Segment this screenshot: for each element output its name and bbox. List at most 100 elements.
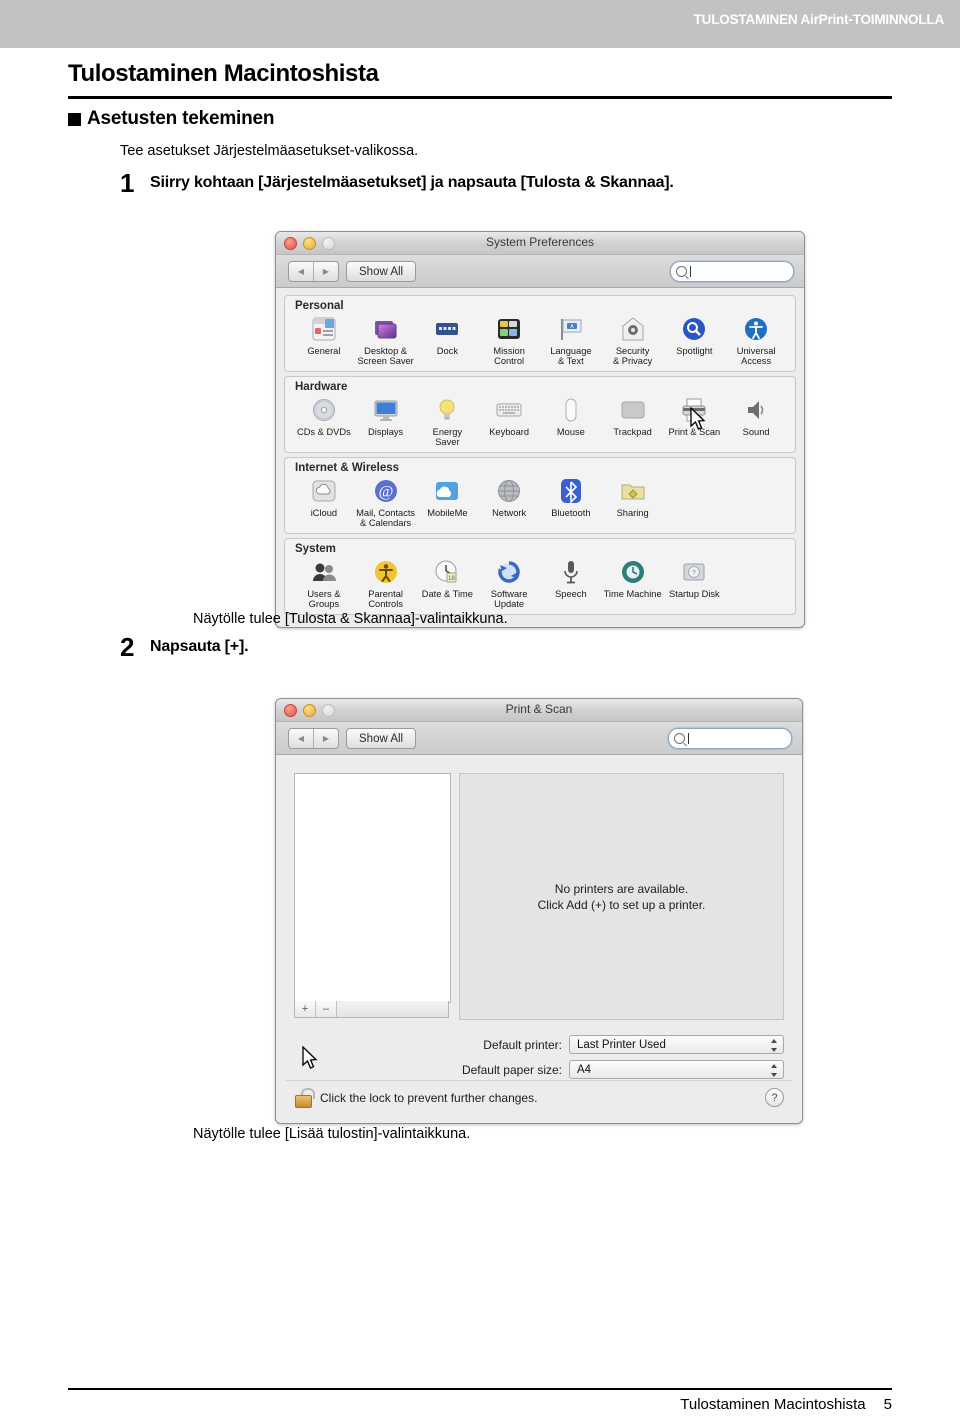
pref-item-label: Keyboard	[489, 427, 530, 437]
displays-icon	[355, 395, 417, 425]
pref-item-dock[interactable]: Dock	[417, 314, 479, 356]
step-2-number: 2	[120, 632, 135, 662]
system-preferences-window[interactable]: System Preferences ◀ ▶ Show All Personal	[275, 231, 805, 628]
pref-item-label: Speech	[555, 589, 587, 599]
pref-item-software-update[interactable]: Software Update	[478, 557, 540, 609]
pref-item-label: Security & Privacy	[612, 346, 653, 366]
printer-list[interactable]	[294, 773, 451, 1003]
pref-item-sound[interactable]: Sound	[725, 395, 787, 437]
pref-item-keyboard[interactable]: Keyboard	[478, 395, 540, 437]
pref-item-label: Dock	[436, 346, 458, 356]
step-1-caption: Näytölle tulee [Tulosta & Skannaa]-valin…	[193, 611, 508, 627]
default-printer-select[interactable]: Last Printer Used	[569, 1035, 784, 1054]
search-icon	[674, 733, 685, 744]
default-printer-row: Default printer: Last Printer Used	[276, 1035, 784, 1054]
pref-item-mail-contacts-calendars[interactable]: @ Mail, Contacts & Calendars	[355, 476, 417, 528]
pref-item-label: iCloud	[310, 508, 338, 518]
pref-icon-row: iCloud @ Mail, Contacts & Calendars Mobil…	[293, 476, 787, 528]
open-lock-icon[interactable]	[294, 1088, 315, 1108]
pref-item-mobileme[interactable]: MobileMe	[417, 476, 479, 518]
pref-item-trackpad[interactable]: Trackpad	[602, 395, 664, 437]
add-printer-button[interactable]: +	[295, 1001, 316, 1017]
remove-printer-button[interactable]: –	[316, 1001, 337, 1017]
pref-item-users-groups[interactable]: Users & Groups	[293, 557, 355, 609]
users-groups-icon	[293, 557, 355, 587]
pref-item-language-text[interactable]: A Language & Text	[540, 314, 602, 366]
pref-icon-row: CDs & DVDs Displays Energy Saver Keyboar…	[293, 395, 787, 447]
back-button[interactable]: ◀	[289, 262, 313, 281]
pref-item-label: General	[307, 346, 341, 356]
network-icon	[478, 476, 540, 506]
group-title: System	[295, 543, 336, 555]
pref-item-label: Bluetooth	[551, 508, 591, 518]
show-all-button[interactable]: Show All	[346, 728, 417, 749]
pref-item-spotlight[interactable]: Spotlight	[664, 314, 726, 356]
nav-segmented-control[interactable]: ◀ ▶	[288, 728, 339, 749]
pref-item-print-scan[interactable]: Print & Scan	[664, 395, 726, 437]
pref-item-displays[interactable]: Displays	[355, 395, 417, 437]
pref-item-security-privacy[interactable]: Security & Privacy	[602, 314, 664, 366]
pref-item-label: Software Update	[490, 589, 528, 609]
default-paper-size-select[interactable]: A4	[569, 1060, 784, 1079]
no-printers-message: No printers are available. Click Add (+)…	[538, 881, 706, 913]
dock-icon	[417, 314, 479, 344]
footer-divider	[68, 1388, 892, 1390]
forward-button[interactable]: ▶	[313, 729, 338, 748]
nav-segmented-control[interactable]: ◀ ▶	[288, 261, 339, 282]
speech-icon	[540, 557, 602, 587]
footer-title: Tulostaminen Macintoshista	[680, 1396, 866, 1413]
pref-item-time-machine[interactable]: Time Machine	[602, 557, 664, 599]
pref-item-label: Print & Scan	[668, 427, 721, 437]
title-divider	[68, 96, 892, 99]
pref-icon-row: Users & Groups Parental Controls 18 Date &…	[293, 557, 787, 609]
group-title: Internet & Wireless	[295, 462, 400, 474]
sysprefs-toolbar: ◀ ▶ Show All	[276, 255, 804, 288]
printscan-search-input[interactable]	[668, 728, 792, 749]
step-1-text: Siirry kohtaan [Järjestelmäasetukset] ja…	[150, 174, 674, 191]
pref-item-mouse[interactable]: Mouse	[540, 395, 602, 437]
pref-item-cds-dvds[interactable]: CDs & DVDs	[293, 395, 355, 437]
pref-item-mission-control[interactable]: Mission Control	[478, 314, 540, 366]
pref-item-bluetooth[interactable]: Bluetooth	[540, 476, 602, 518]
default-printer-label: Default printer:	[483, 1037, 562, 1052]
pref-item-speech[interactable]: Speech	[540, 557, 602, 599]
default-paper-size-label: Default paper size:	[461, 1062, 562, 1077]
help-button[interactable]: ?	[765, 1088, 784, 1107]
pref-item-date-time[interactable]: 18 Date & Time	[417, 557, 479, 599]
parental-controls-icon	[355, 557, 417, 587]
pref-item-label: Universal Access	[736, 346, 776, 366]
default-paper-size-value: A4	[577, 1063, 592, 1076]
pref-item-sharing[interactable]: Sharing	[602, 476, 664, 518]
pref-item-desktop-screen-saver[interactable]: Desktop & Screen Saver	[355, 314, 417, 366]
pref-item-energy-saver[interactable]: Energy Saver	[417, 395, 479, 447]
pref-item-startup-disk[interactable]: ? Startup Disk	[664, 557, 726, 599]
pref-item-spacer-1	[664, 476, 726, 508]
step-2-text: Napsauta [+].	[150, 638, 249, 655]
pref-item-label: Displays	[368, 427, 404, 437]
printscan-toolbar: ◀ ▶ Show All	[276, 722, 802, 755]
print-scan-window[interactable]: Print & Scan ◀ ▶ Show All + – No printer…	[275, 698, 803, 1124]
pref-item-label: CDs & DVDs	[297, 427, 351, 437]
pref-item-parental-controls[interactable]: Parental Controls	[355, 557, 417, 609]
printscan-titlebar[interactable]: Print & Scan	[276, 699, 802, 722]
group-title: Hardware	[295, 381, 348, 393]
pref-item-icloud[interactable]: iCloud	[293, 476, 355, 518]
desktop-screensaver-icon	[355, 314, 417, 344]
pref-item-label: Language & Text	[550, 346, 592, 366]
pref-item-universal-access[interactable]: Universal Access	[725, 314, 787, 366]
startup-disk-icon: ?	[664, 557, 726, 587]
sound-icon	[725, 395, 787, 425]
lock-message: Click the lock to prevent further change…	[320, 1091, 538, 1105]
sysprefs-titlebar[interactable]: System Preferences	[276, 232, 804, 255]
security-privacy-icon	[602, 314, 664, 344]
pref-group-internet-wireless: Internet & Wireless iCloud @ Mail, Conta…	[284, 457, 796, 534]
time-machine-icon	[602, 557, 664, 587]
sysprefs-search-input[interactable]	[670, 261, 794, 282]
pref-item-network[interactable]: Network	[478, 476, 540, 518]
show-all-button[interactable]: Show All	[346, 261, 417, 282]
forward-button[interactable]: ▶	[313, 262, 338, 281]
mission-control-icon	[478, 314, 540, 344]
pref-item-label: Mail, Contacts & Calendars	[356, 508, 416, 528]
back-button[interactable]: ◀	[289, 729, 313, 748]
pref-item-general[interactable]: General	[293, 314, 355, 356]
